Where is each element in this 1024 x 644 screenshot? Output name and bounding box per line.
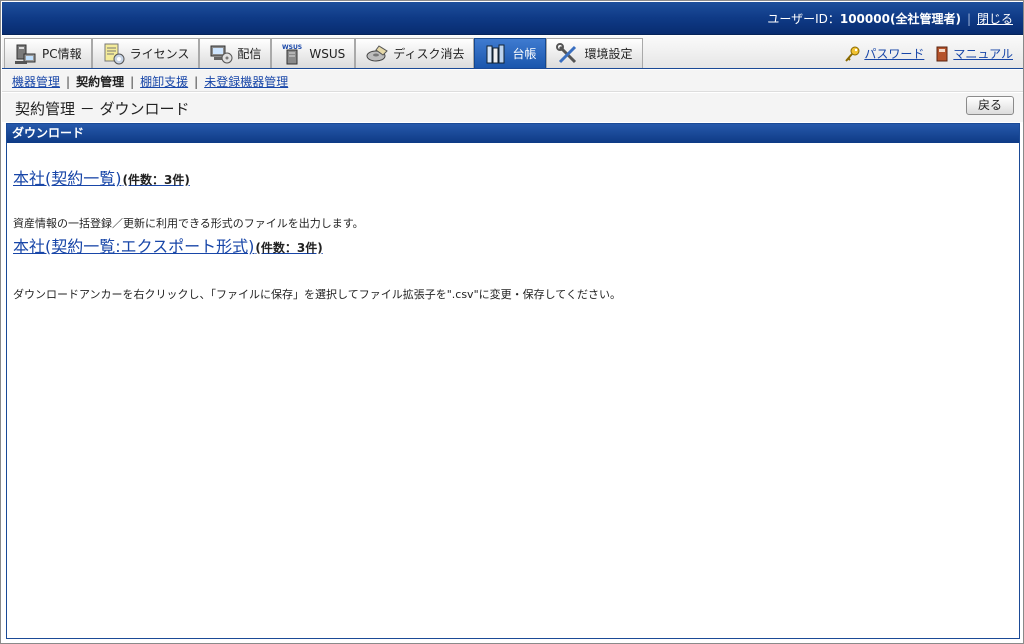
tab-settings[interactable]: 環境設定 (546, 38, 643, 68)
tab-license[interactable]: ライセンス (91, 38, 200, 68)
subnav-separator: | (194, 75, 199, 89)
tab-wsus[interactable]: WSUS WSUS (271, 38, 356, 68)
user-id-value: 100000(全社管理者) (839, 12, 961, 26)
tab-ledger[interactable]: 台帳 (474, 38, 547, 68)
distribution-icon (209, 43, 233, 65)
panel-header: ダウンロード (7, 124, 1019, 143)
key-icon (845, 46, 861, 62)
license-icon (102, 43, 126, 65)
tab-label: ライセンス (129, 47, 190, 61)
app-window: ユーザーID：100000(全社管理者) | 閉じる PC情報 ライセンス 配信… (0, 0, 1024, 644)
export-description: 資産情報の一括登録／更新に利用できる形式のファイルを出力します。 (13, 217, 364, 230)
tools-icon (556, 42, 580, 65)
tab-distribution[interactable]: 配信 (199, 38, 272, 68)
user-id-label: ユーザーID： (767, 12, 840, 26)
pc-icon (14, 43, 38, 65)
subnav-separator: | (66, 75, 71, 89)
main-tabs-row: PC情報 ライセンス 配信 WSUS WSUS ディスク消去 台帳 環境設定 パ… (2, 36, 1023, 69)
main-tabs: PC情報 ライセンス 配信 WSUS WSUS ディスク消去 台帳 環境設定 (4, 38, 643, 68)
subnav-device-management[interactable]: 機器管理 (12, 75, 60, 89)
record-count: (件数：3件) (255, 241, 323, 255)
download-link-export-format[interactable]: 本社(契約一覧:エクスポート形式) (13, 237, 254, 256)
tab-label: 台帳 (512, 47, 537, 61)
subnav-inventory-support[interactable]: 棚卸支援 (140, 75, 188, 89)
tab-pc-info[interactable]: PC情報 (4, 38, 92, 68)
page-title-bar: 契約管理 － ダウンロード 戻る (2, 93, 1023, 122)
subnav-unregistered-devices[interactable]: 未登録機器管理 (204, 75, 288, 89)
tab-label: 配信 (237, 47, 262, 61)
utility-links: パスワード マニュアル (835, 45, 1013, 62)
sub-navigation: 機器管理 | 契約管理 | 棚卸支援 | 未登録機器管理 (2, 70, 1023, 92)
user-info: ユーザーID：100000(全社管理者) | 閉じる (767, 11, 1013, 27)
password-link[interactable]: パスワード (864, 45, 924, 62)
subnav-separator: | (130, 75, 135, 89)
save-instructions: ダウンロードアンカーを右クリックし、「ファイルに保存」を選択してファイル拡張子を… (13, 288, 621, 301)
ledger-books-icon (484, 43, 508, 65)
manual-link-group: マニュアル (934, 45, 1013, 62)
download-panel: ダウンロード 本社(契約一覧)(件数：3件) 資産情報の一括登録／更新に利用でき… (6, 123, 1020, 639)
record-count: (件数：3件) (122, 173, 190, 187)
download-item-contract-list: 本社(契約一覧)(件数：3件) (13, 165, 190, 189)
tab-label: WSUS (309, 46, 346, 61)
manual-book-icon (934, 46, 950, 62)
tab-label: 環境設定 (584, 47, 633, 61)
tab-label: ディスク消去 (393, 47, 465, 61)
page-title: 契約管理 － ダウンロード (15, 100, 190, 118)
back-button[interactable]: 戻る (966, 96, 1014, 115)
header-separator: | (966, 12, 971, 26)
disk-erase-icon (365, 43, 389, 65)
manual-link[interactable]: マニュアル (953, 45, 1013, 62)
subnav-contract-management: 契約管理 (76, 75, 125, 89)
wsus-server-icon: WSUS (281, 43, 305, 65)
top-header-bar: ユーザーID：100000(全社管理者) | 閉じる (2, 2, 1023, 35)
download-item-export-format: 本社(契約一覧:エクスポート形式)(件数：3件) (13, 233, 323, 257)
close-link[interactable]: 閉じる (977, 12, 1013, 26)
download-link-contract-list[interactable]: 本社(契約一覧) (13, 169, 122, 188)
tab-label: PC情報 (42, 47, 82, 61)
tab-disk-erase[interactable]: ディスク消去 (355, 38, 475, 68)
password-link-group: パスワード (845, 45, 924, 62)
